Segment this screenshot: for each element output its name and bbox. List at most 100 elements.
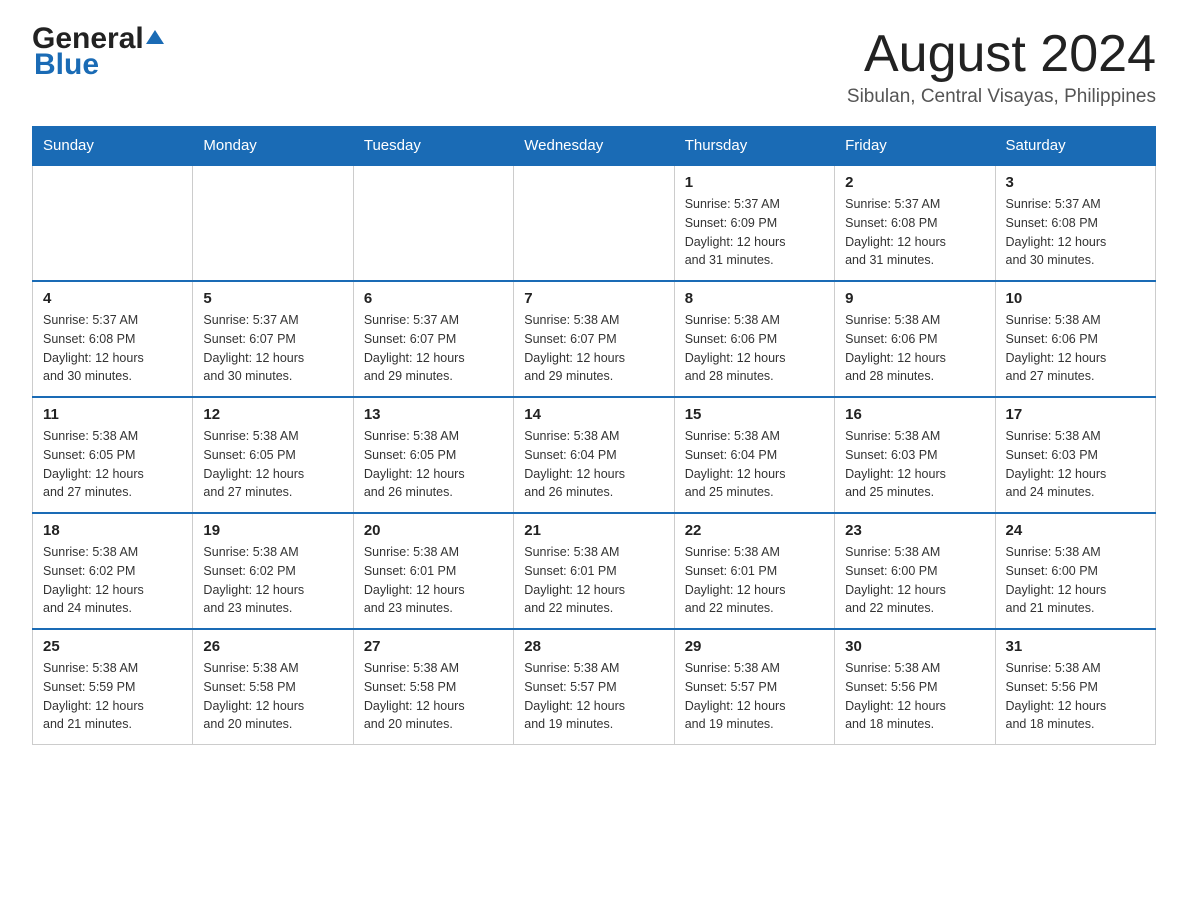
calendar-header-row: SundayMondayTuesdayWednesdayThursdayFrid… xyxy=(33,127,1156,166)
calendar-day-cell: 24 Sunrise: 5:38 AMSunset: 6:00 PMDayligh… xyxy=(995,513,1155,629)
location-text: Sibulan, Central Visayas, Philippines xyxy=(847,86,1156,108)
calendar-week-row: 1 Sunrise: 5:37 AMSunset: 6:09 PMDaylight… xyxy=(33,165,1156,281)
day-number: 5 xyxy=(203,290,342,307)
day-number: 6 xyxy=(364,290,503,307)
day-info: Sunrise: 5:38 AMSunset: 6:05 PMDaylight:… xyxy=(364,427,503,502)
calendar-day-cell: 6 Sunrise: 5:37 AMSunset: 6:07 PMDaylight… xyxy=(353,281,513,397)
day-number: 24 xyxy=(1006,522,1145,539)
calendar-day-cell: 19Sunrise: 5:38 AMSunset: 6:02 PMDayligh… xyxy=(193,513,353,629)
day-info: Sunrise: 5:38 AMSunset: 6:02 PMDaylight:… xyxy=(43,543,182,618)
day-number: 14 xyxy=(524,406,663,423)
day-info: Sunrise: 5:38 AMSunset: 5:58 PMDaylight:… xyxy=(203,659,342,734)
logo-blue-text: Blue xyxy=(32,48,99,82)
calendar-day-cell xyxy=(33,165,193,281)
day-number: 30 xyxy=(845,638,984,655)
day-info: Sunrise: 5:38 AMSunset: 6:04 PMDaylight:… xyxy=(685,427,824,502)
day-number: 27 xyxy=(364,638,503,655)
day-number: 1 xyxy=(685,174,824,191)
calendar-day-cell xyxy=(514,165,674,281)
calendar-day-cell: 23 Sunrise: 5:38 AMSunset: 6:00 PMDayligh… xyxy=(835,513,995,629)
calendar-day-cell: 22 Sunrise: 5:38 AMSunset: 6:01 PMDayligh… xyxy=(674,513,834,629)
calendar-day-cell: 14 Sunrise: 5:38 AMSunset: 6:04 PMDayligh… xyxy=(514,397,674,513)
day-number: 9 xyxy=(845,290,984,307)
day-number: 20 xyxy=(364,522,503,539)
day-info: Sunrise: 5:38 AMSunset: 5:58 PMDaylight:… xyxy=(364,659,503,734)
calendar-day-cell: 7Sunrise: 5:38 AMSunset: 6:07 PMDaylight… xyxy=(514,281,674,397)
calendar-day-cell: 21Sunrise: 5:38 AMSunset: 6:01 PMDayligh… xyxy=(514,513,674,629)
day-number: 11 xyxy=(43,406,182,423)
day-info: Sunrise: 5:38 AMSunset: 6:06 PMDaylight:… xyxy=(1006,311,1145,386)
day-info: Sunrise: 5:38 AMSunset: 6:05 PMDaylight:… xyxy=(203,427,342,502)
calendar-day-cell: 9 Sunrise: 5:38 AMSunset: 6:06 PMDaylight… xyxy=(835,281,995,397)
day-info: Sunrise: 5:38 AMSunset: 5:56 PMDaylight:… xyxy=(1006,659,1145,734)
page-header: General Blue August 2024 Sibulan, Centra… xyxy=(32,24,1156,108)
day-info: Sunrise: 5:38 AMSunset: 6:05 PMDaylight:… xyxy=(43,427,182,502)
day-number: 21 xyxy=(524,522,663,539)
day-info: Sunrise: 5:38 AMSunset: 6:07 PMDaylight:… xyxy=(524,311,663,386)
calendar-day-cell: 15Sunrise: 5:38 AMSunset: 6:04 PMDayligh… xyxy=(674,397,834,513)
calendar-day-cell: 31 Sunrise: 5:38 AMSunset: 5:56 PMDayligh… xyxy=(995,629,1155,745)
day-number: 25 xyxy=(43,638,182,655)
calendar-day-cell: 28 Sunrise: 5:38 AMSunset: 5:57 PMDayligh… xyxy=(514,629,674,745)
calendar-day-cell: 29 Sunrise: 5:38 AMSunset: 5:57 PMDayligh… xyxy=(674,629,834,745)
day-info: Sunrise: 5:38 AMSunset: 6:01 PMDaylight:… xyxy=(685,543,824,618)
day-info: Sunrise: 5:38 AMSunset: 5:59 PMDaylight:… xyxy=(43,659,182,734)
calendar-day-cell: 12 Sunrise: 5:38 AMSunset: 6:05 PMDayligh… xyxy=(193,397,353,513)
logo: General Blue xyxy=(32,24,164,82)
day-info: Sunrise: 5:38 AMSunset: 5:57 PMDaylight:… xyxy=(524,659,663,734)
day-number: 18 xyxy=(43,522,182,539)
day-number: 3 xyxy=(1006,174,1145,191)
calendar-day-cell: 1 Sunrise: 5:37 AMSunset: 6:09 PMDaylight… xyxy=(674,165,834,281)
calendar-day-cell: 30 Sunrise: 5:38 AMSunset: 5:56 PMDayligh… xyxy=(835,629,995,745)
day-info: Sunrise: 5:37 AMSunset: 6:09 PMDaylight:… xyxy=(685,195,824,270)
day-info: Sunrise: 5:38 AMSunset: 6:03 PMDaylight:… xyxy=(845,427,984,502)
day-info: Sunrise: 5:38 AMSunset: 5:57 PMDaylight:… xyxy=(685,659,824,734)
day-number: 23 xyxy=(845,522,984,539)
calendar-table: SundayMondayTuesdayWednesdayThursdayFrid… xyxy=(32,126,1156,745)
day-number: 13 xyxy=(364,406,503,423)
day-info: Sunrise: 5:38 AMSunset: 6:00 PMDaylight:… xyxy=(1006,543,1145,618)
day-info: Sunrise: 5:37 AMSunset: 6:08 PMDaylight:… xyxy=(845,195,984,270)
day-info: Sunrise: 5:38 AMSunset: 6:06 PMDaylight:… xyxy=(685,311,824,386)
calendar-day-cell: 17Sunrise: 5:38 AMSunset: 6:03 PMDayligh… xyxy=(995,397,1155,513)
calendar-week-row: 18 Sunrise: 5:38 AMSunset: 6:02 PMDayligh… xyxy=(33,513,1156,629)
day-info: Sunrise: 5:37 AMSunset: 6:07 PMDaylight:… xyxy=(364,311,503,386)
calendar-day-cell: 18 Sunrise: 5:38 AMSunset: 6:02 PMDayligh… xyxy=(33,513,193,629)
day-of-week-header: Wednesday xyxy=(514,127,674,166)
title-section: August 2024 Sibulan, Central Visayas, Ph… xyxy=(847,24,1156,108)
day-number: 28 xyxy=(524,638,663,655)
day-info: Sunrise: 5:38 AMSunset: 6:01 PMDaylight:… xyxy=(364,543,503,618)
calendar-day-cell xyxy=(193,165,353,281)
day-info: Sunrise: 5:38 AMSunset: 6:04 PMDaylight:… xyxy=(524,427,663,502)
day-info: Sunrise: 5:37 AMSunset: 6:08 PMDaylight:… xyxy=(43,311,182,386)
day-info: Sunrise: 5:37 AMSunset: 6:07 PMDaylight:… xyxy=(203,311,342,386)
day-number: 22 xyxy=(685,522,824,539)
day-number: 10 xyxy=(1006,290,1145,307)
day-number: 26 xyxy=(203,638,342,655)
calendar-day-cell xyxy=(353,165,513,281)
day-number: 29 xyxy=(685,638,824,655)
calendar-week-row: 11 Sunrise: 5:38 AMSunset: 6:05 PMDayligh… xyxy=(33,397,1156,513)
day-number: 2 xyxy=(845,174,984,191)
calendar-day-cell: 27 Sunrise: 5:38 AMSunset: 5:58 PMDayligh… xyxy=(353,629,513,745)
day-number: 31 xyxy=(1006,638,1145,655)
day-info: Sunrise: 5:38 AMSunset: 6:03 PMDaylight:… xyxy=(1006,427,1145,502)
day-number: 19 xyxy=(203,522,342,539)
day-info: Sunrise: 5:38 AMSunset: 5:56 PMDaylight:… xyxy=(845,659,984,734)
calendar-week-row: 25 Sunrise: 5:38 AMSunset: 5:59 PMDayligh… xyxy=(33,629,1156,745)
calendar-week-row: 4Sunrise: 5:37 AMSunset: 6:08 PMDaylight… xyxy=(33,281,1156,397)
day-of-week-header: Friday xyxy=(835,127,995,166)
day-of-week-header: Sunday xyxy=(33,127,193,166)
calendar-day-cell: 3 Sunrise: 5:37 AMSunset: 6:08 PMDaylight… xyxy=(995,165,1155,281)
day-info: Sunrise: 5:37 AMSunset: 6:08 PMDaylight:… xyxy=(1006,195,1145,270)
day-info: Sunrise: 5:38 AMSunset: 6:06 PMDaylight:… xyxy=(845,311,984,386)
calendar-day-cell: 25 Sunrise: 5:38 AMSunset: 5:59 PMDayligh… xyxy=(33,629,193,745)
calendar-day-cell: 2 Sunrise: 5:37 AMSunset: 6:08 PMDaylight… xyxy=(835,165,995,281)
calendar-day-cell: 11 Sunrise: 5:38 AMSunset: 6:05 PMDayligh… xyxy=(33,397,193,513)
day-number: 8 xyxy=(685,290,824,307)
calendar-day-cell: 4Sunrise: 5:37 AMSunset: 6:08 PMDaylight… xyxy=(33,281,193,397)
day-number: 12 xyxy=(203,406,342,423)
calendar-day-cell: 8 Sunrise: 5:38 AMSunset: 6:06 PMDaylight… xyxy=(674,281,834,397)
day-info: Sunrise: 5:38 AMSunset: 6:00 PMDaylight:… xyxy=(845,543,984,618)
day-number: 16 xyxy=(845,406,984,423)
